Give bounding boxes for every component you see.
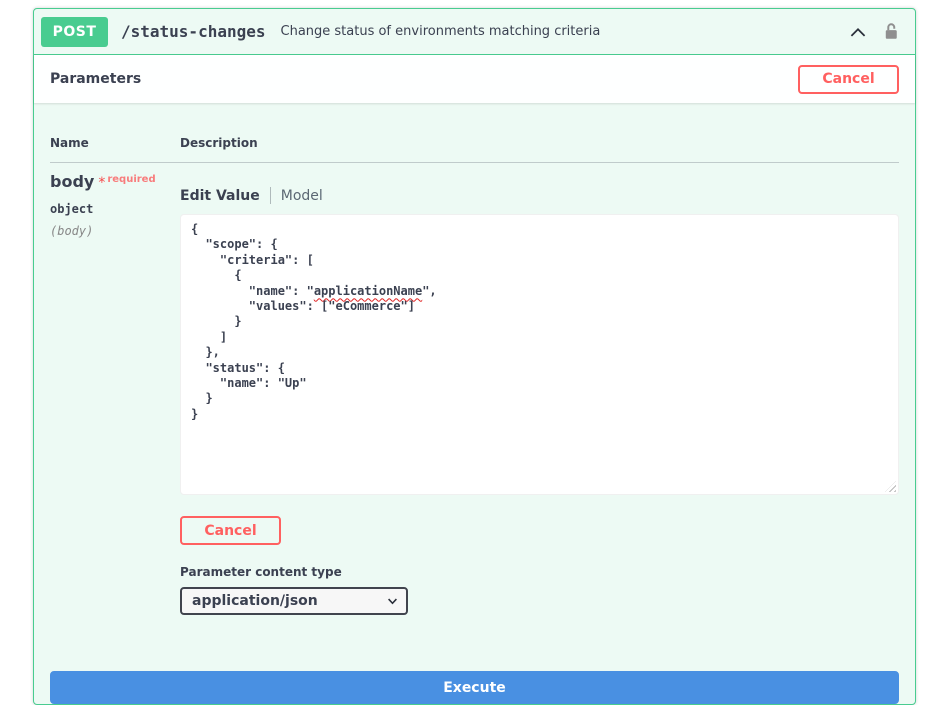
parameters-section-header: Parameters Cancel <box>34 55 915 103</box>
auth-lock-button[interactable] <box>882 22 900 41</box>
value-tabs: Edit Value Model <box>180 187 899 204</box>
execute-button[interactable]: Execute <box>50 671 899 704</box>
parameter-in: (body) <box>50 224 180 238</box>
body-editor[interactable]: { "scope": { "criteria": [ { "name": "ap… <box>180 214 899 495</box>
required-label: required <box>107 174 155 185</box>
cancel-operation-button[interactable]: Cancel <box>798 65 899 94</box>
content-type-select[interactable]: application/json <box>180 587 408 615</box>
parameter-type: object <box>50 202 180 216</box>
cancel-edit-button[interactable]: Cancel <box>180 516 281 545</box>
table-header-row: Name Description <box>50 103 899 163</box>
unlocked-padlock-icon <box>882 22 900 41</box>
tab-divider <box>270 187 271 204</box>
description-column-header: Description <box>180 136 899 150</box>
collapse-button[interactable] <box>847 21 869 43</box>
endpoint-path: /status-changes <box>121 22 266 41</box>
body-parameter-row: body*required object (body) Edit Value M… <box>50 163 899 615</box>
endpoint-summary: Change status of environments matching c… <box>281 24 601 39</box>
operation-panel: POST /status-changes Change status of en… <box>33 8 916 705</box>
parameter-name: body <box>50 172 94 191</box>
operation-summary[interactable]: POST /status-changes Change status of en… <box>34 9 915 55</box>
parameters-title: Parameters <box>50 71 141 87</box>
body-editor-text: { "scope": { "criteria": [ { "name": "ap… <box>191 222 437 421</box>
chevron-up-icon <box>847 21 869 43</box>
parameters-table: Name Description body*required object (b… <box>34 103 915 615</box>
name-column-header: Name <box>50 136 180 150</box>
required-asterisk: * <box>98 175 105 191</box>
tab-edit-value[interactable]: Edit Value <box>180 188 260 204</box>
execute-row: Execute <box>50 671 899 704</box>
resize-handle-icon[interactable] <box>885 481 896 492</box>
content-type-label: Parameter content type <box>180 565 899 579</box>
tab-model[interactable]: Model <box>281 188 323 204</box>
method-badge: POST <box>41 17 108 47</box>
